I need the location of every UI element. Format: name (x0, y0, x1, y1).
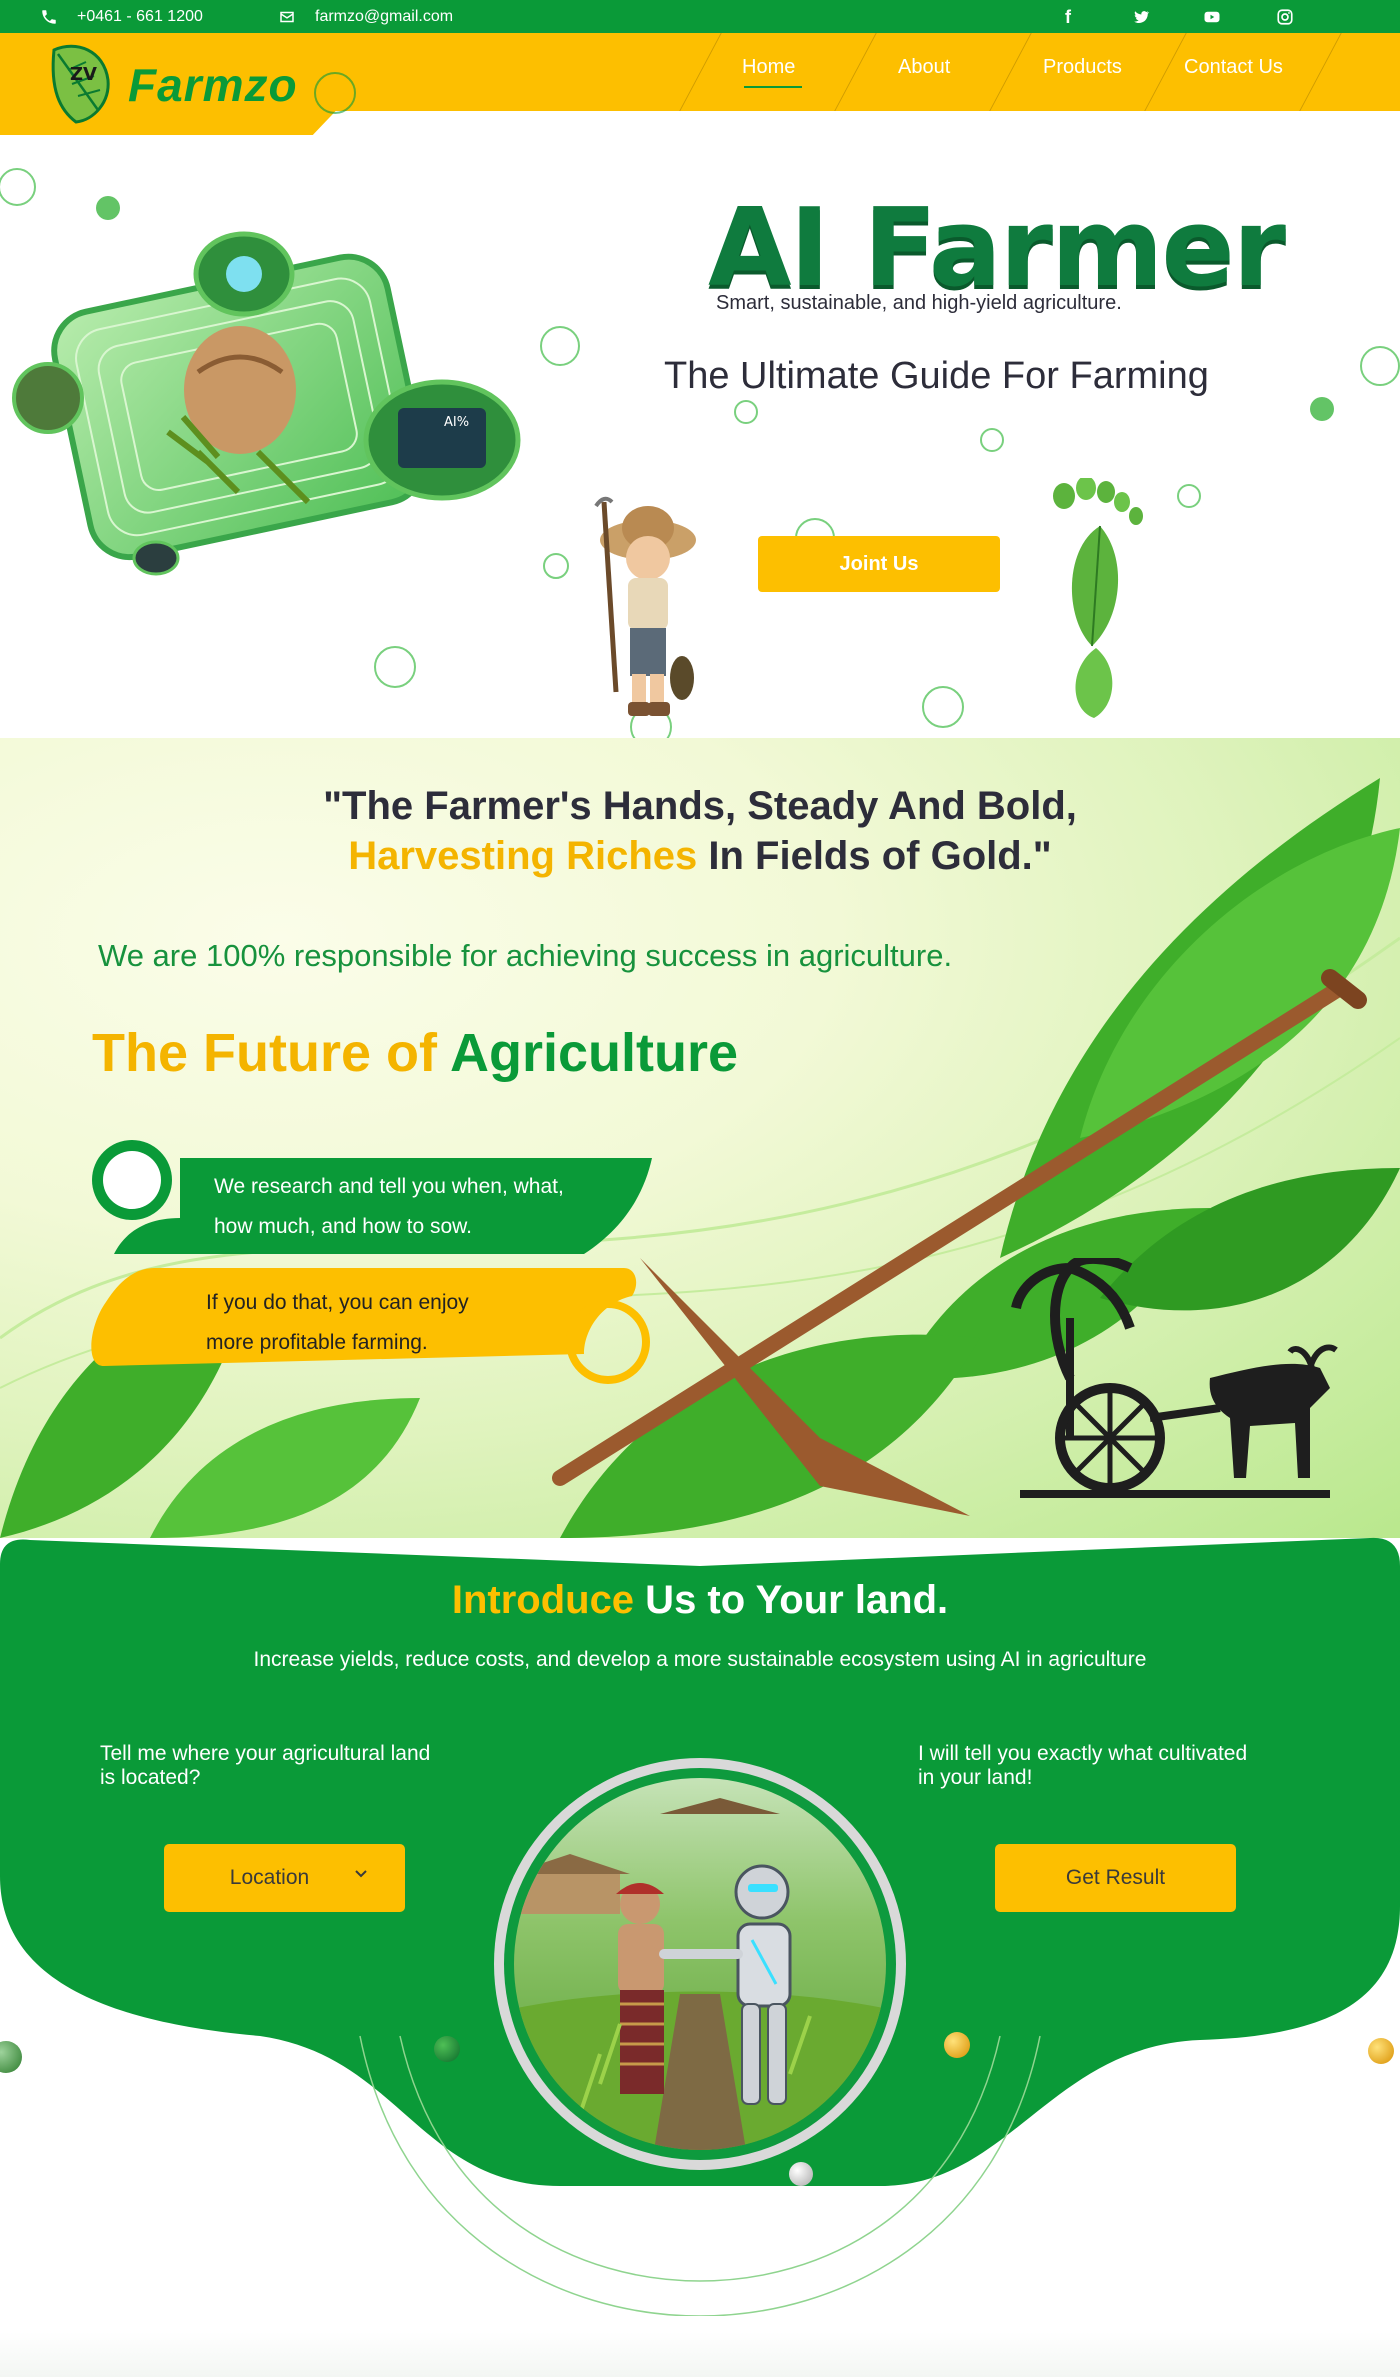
bull-cart-silhouette (1011, 1258, 1338, 1498)
decorative-ring (1360, 346, 1400, 386)
responsibility-statement: We are 100% responsible for achieving su… (98, 938, 953, 973)
nav-home[interactable]: Home (742, 56, 795, 79)
chevron-down-icon (355, 1870, 367, 1878)
result-statement-line-1: I will tell you exactly what cultivated (918, 1742, 1248, 1765)
quote-highlight: Harvesting Riches (348, 834, 698, 878)
youtube-icon[interactable] (1201, 6, 1223, 28)
footer-fade (0, 2332, 1400, 2377)
decorative-dot (944, 2032, 970, 2058)
decorative-ring (922, 686, 964, 728)
yellow-pill-line-1: If you do that, you can enjoy (206, 1291, 469, 1314)
decorative-ring (734, 400, 758, 424)
location-dropdown-label: Location (229, 1866, 310, 1889)
instagram-icon[interactable] (1274, 6, 1296, 28)
introduce-heading: Introduce Us to Your land. (0, 1578, 1400, 1623)
mail-icon (278, 0, 296, 33)
farmer-girl-illustration (594, 496, 696, 716)
location-question-line-2: is located? (100, 1766, 201, 1789)
introduce-heading-rest: Us to Your land. (634, 1578, 949, 1622)
nav-contact-us[interactable]: Contact Us (1184, 56, 1283, 79)
phone-icon (40, 0, 58, 33)
decorative-ring (1177, 484, 1201, 508)
nav-about[interactable]: About (898, 56, 950, 79)
quote-line-2: Harvesting Riches In Fields of Gold." (0, 834, 1400, 879)
yellow-pill-line-2: more profitable farming. (206, 1331, 428, 1354)
email-address[interactable]: farmzo@gmail.com (315, 0, 453, 33)
hero-guide-heading: The Ultimate Guide For Farming (664, 355, 1209, 397)
nav-products[interactable]: Products (1043, 56, 1122, 79)
svg-text:AI%: AI% (444, 415, 469, 430)
decorative-dot (434, 2036, 460, 2062)
result-statement-line-2: in your land! (918, 1766, 1033, 1789)
brand-name[interactable]: Farmzo (128, 58, 298, 112)
twitter-icon[interactable] (1130, 6, 1152, 28)
decorative-dot (789, 2162, 813, 2186)
leaf-footprint-illustration (1053, 478, 1143, 718)
decorative-ring (540, 326, 580, 366)
location-question-line-1: Tell me where your agricultural land (100, 1742, 431, 1765)
facebook-icon[interactable]: f (1057, 6, 1079, 28)
future-heading-part2: Agriculture (449, 1023, 739, 1083)
decorative-ring (374, 646, 416, 688)
nav-active-indicator (744, 86, 802, 88)
hero-tagline: Smart, sustainable, and high-yield agric… (716, 292, 1122, 314)
quote-line-1: "The Farmer's Hands, Steady And Bold, (323, 784, 1077, 828)
decorative-ring (314, 72, 356, 114)
decorative-dot (1368, 2038, 1394, 2064)
green-pill-line-2: how much, and how to sow. (214, 1215, 472, 1238)
top-contact-bar: +0461 - 661 1200 farmzo@gmail.com f (0, 0, 1400, 33)
farmer-robot-handshake-image (494, 1758, 906, 2170)
ai-farming-hero-illustration: AI% (12, 231, 521, 576)
svg-text:ZV: ZV (70, 64, 97, 85)
decorative-ring (0, 168, 36, 206)
decorative-dot (1310, 397, 1334, 421)
join-us-button[interactable]: Joint Us (758, 536, 1000, 592)
introduce-heading-highlight: Introduce (451, 1578, 635, 1622)
introduce-subtitle: Increase yields, reduce costs, and devel… (253, 1648, 1147, 1671)
quote-line-2-rest: In Fields of Gold." (697, 834, 1052, 878)
future-heading: The Future of Agriculture (92, 1022, 738, 1084)
phone-number[interactable]: +0461 - 661 1200 (77, 0, 203, 33)
green-pill-line-1: We research and tell you when, what, (214, 1175, 564, 1198)
decorative-ring (980, 428, 1004, 452)
get-result-button[interactable]: Get Result (995, 1844, 1236, 1912)
decorative-ring (543, 553, 569, 579)
farmzo-leaf-logo-icon[interactable]: ZV (46, 40, 114, 124)
location-dropdown[interactable]: Location (164, 1844, 405, 1912)
future-heading-part1: The Future of (92, 1023, 450, 1083)
